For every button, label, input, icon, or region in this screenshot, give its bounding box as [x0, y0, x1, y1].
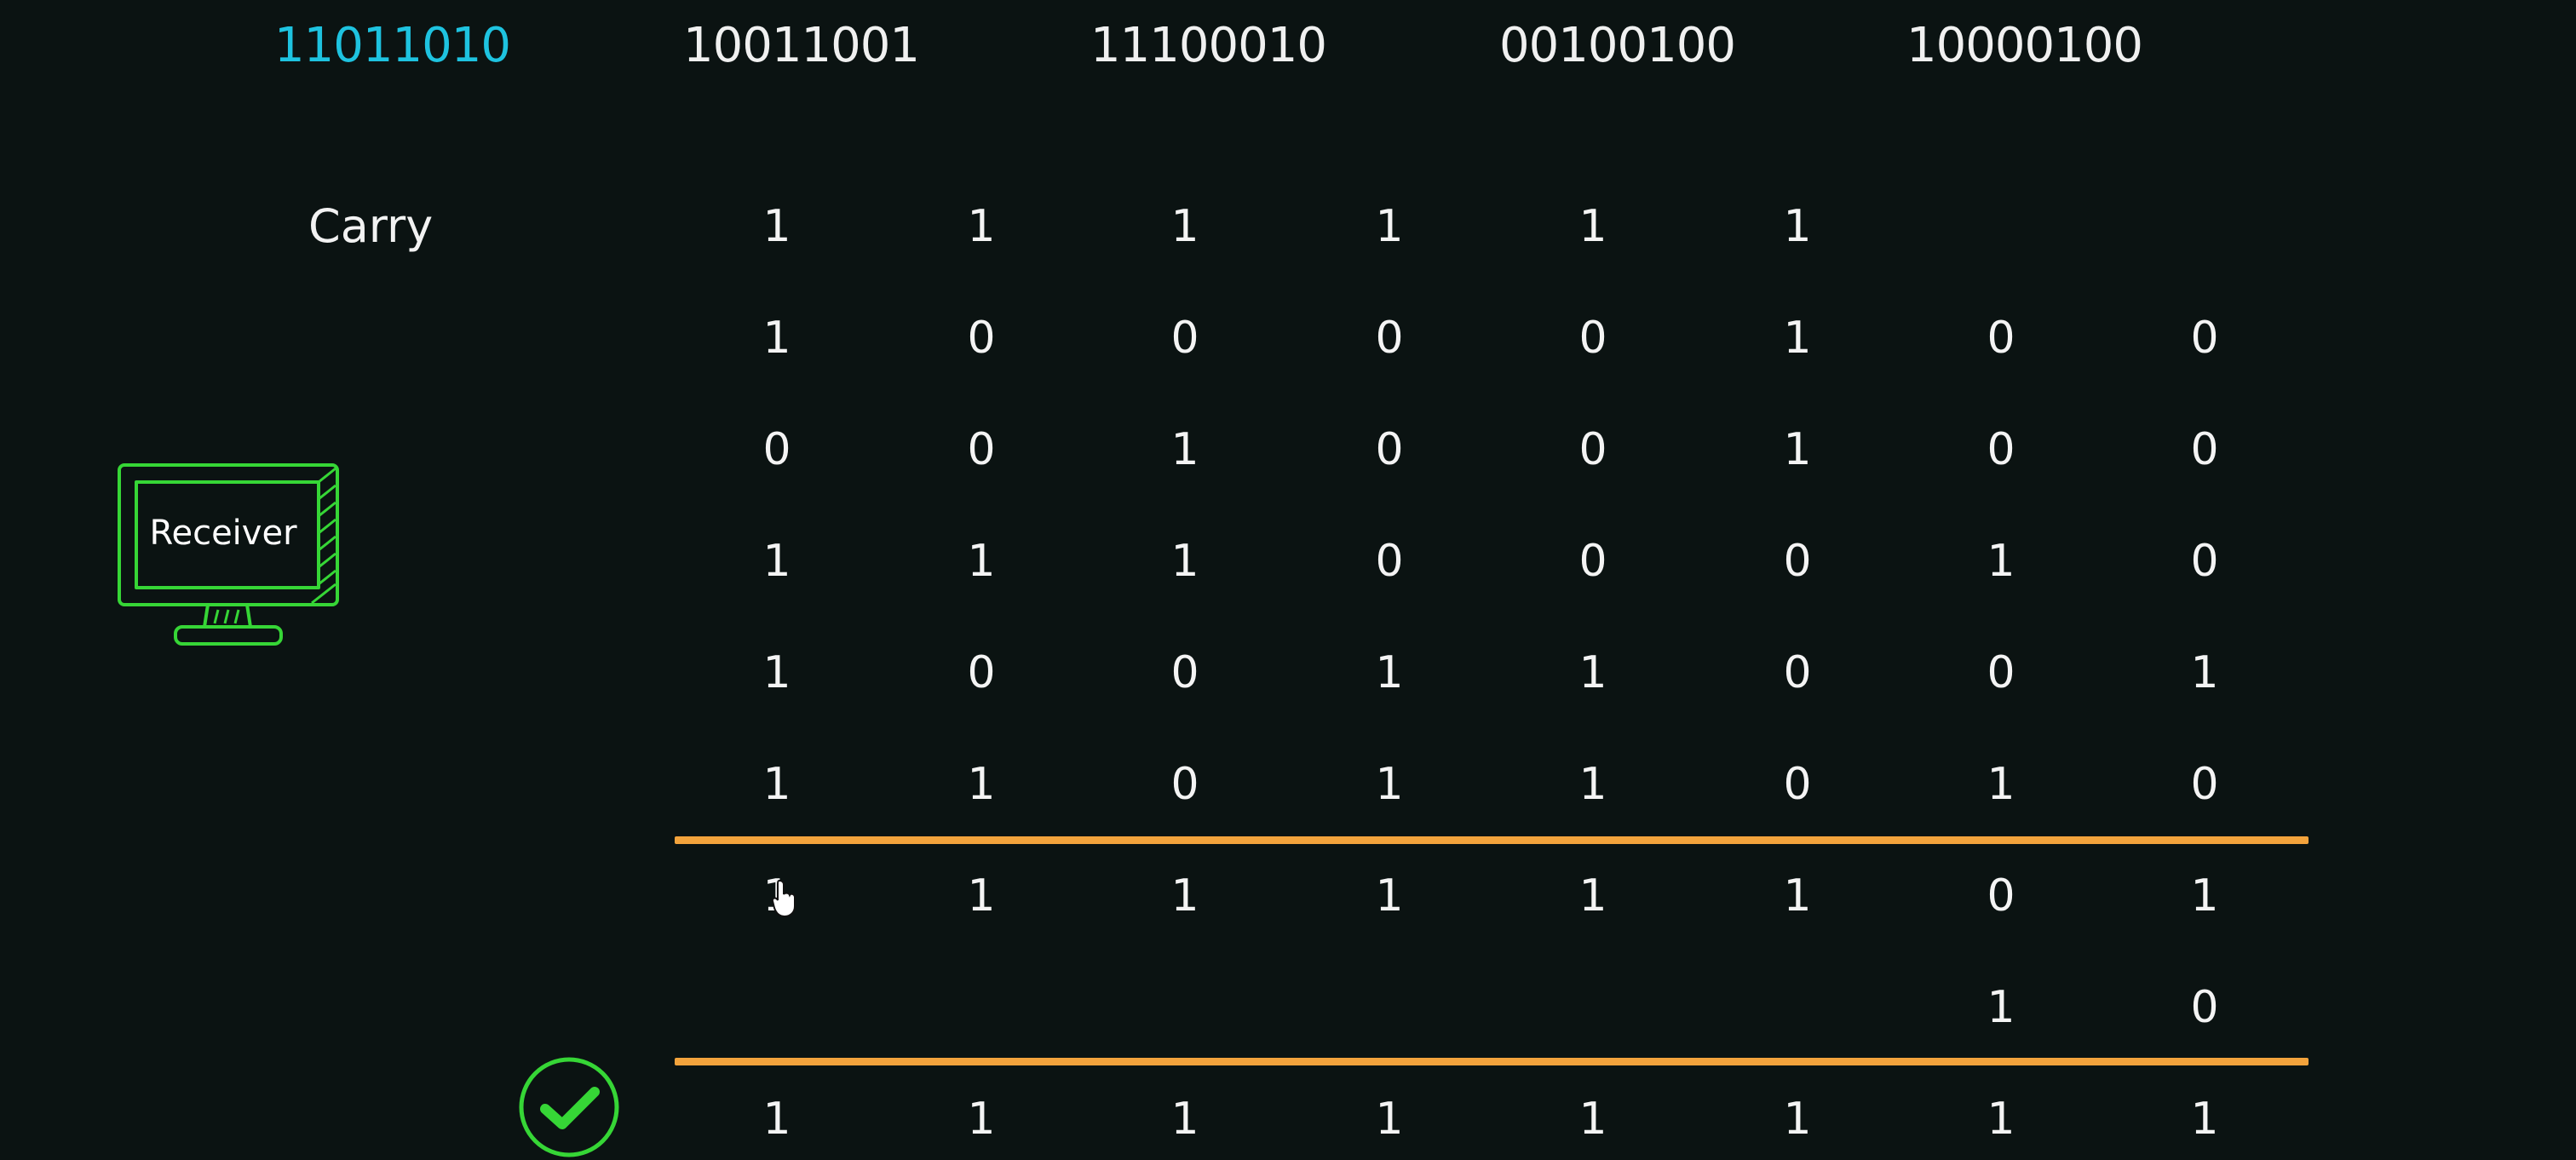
bit-cell: 1: [762, 313, 791, 364]
addend-row-1: 1 0 0 0 0 1 0 0: [0, 304, 2576, 372]
bit-cell: 0: [1170, 759, 1199, 810]
bit-cell: 0: [1375, 313, 1404, 364]
bit-cell: 0: [1578, 313, 1607, 364]
bit-cell: 0: [2190, 313, 2219, 364]
bit-cell: 0: [1783, 536, 1812, 587]
receiver-computer-icon: Receiver: [116, 460, 346, 652]
result-rule: [675, 1058, 2309, 1065]
bit-cell: 1: [1578, 759, 1607, 810]
bit-cell: 1: [1170, 1094, 1199, 1145]
bit-cell: 1: [1783, 313, 1812, 364]
bit-cell: 1: [1170, 424, 1199, 475]
bit-cell: 1: [762, 201, 791, 252]
bit-cell: 0: [1375, 536, 1404, 587]
bit-cell: 1: [1783, 1094, 1812, 1145]
bit-cell: 1: [1375, 647, 1404, 698]
bit-cell: 0: [1987, 424, 2015, 475]
word-2: 10011001: [683, 18, 920, 73]
bit-cell: 0: [2190, 982, 2219, 1033]
bit-cell: 1: [762, 536, 791, 587]
bit-cell: 0: [1987, 647, 2015, 698]
bit-cell: 1: [1170, 201, 1199, 252]
word-1: 11011010: [274, 18, 511, 73]
carry-row: 1 1 1 1 1 1: [0, 192, 2576, 261]
bit-cell: 1: [967, 201, 996, 252]
sum-rule: [675, 836, 2309, 844]
bit-cell: 0: [1170, 647, 1199, 698]
check-circle-icon: [516, 1054, 622, 1160]
bit-cell: 1: [1578, 647, 1607, 698]
bit-cell: 0: [2190, 536, 2219, 587]
bit-cell: 1: [1783, 424, 1812, 475]
bit-cell: 1: [2190, 647, 2219, 698]
bit-cell: 1: [1987, 1094, 2015, 1145]
bit-cell: 0: [762, 424, 791, 475]
bit-cell: 0: [2190, 424, 2219, 475]
bit-cell: 0: [967, 424, 996, 475]
bit-cell: 1: [1578, 1094, 1607, 1145]
bit-cell: 0: [2190, 759, 2219, 810]
bit-cell: 1: [1987, 982, 2015, 1033]
bit-cell: 1: [762, 1094, 791, 1145]
bit-cell: 1: [1375, 201, 1404, 252]
word-5: 10000100: [1906, 18, 2143, 73]
word-4: 00100100: [1499, 18, 1736, 73]
bit-cell: 1: [1578, 870, 1607, 922]
bit-cell: 0: [967, 313, 996, 364]
bit-cell: 1: [1375, 759, 1404, 810]
receiver-label: Receiver: [149, 514, 297, 553]
bit-cell: 0: [1170, 313, 1199, 364]
bit-cell: 1: [1375, 1094, 1404, 1145]
bit-cell: 0: [1578, 424, 1607, 475]
bit-cell: 0: [967, 647, 996, 698]
bit-cell: 1: [762, 647, 791, 698]
bit-cell: 0: [1375, 424, 1404, 475]
bit-cell: 1: [967, 759, 996, 810]
bit-cell: 0: [1578, 536, 1607, 587]
addend-row-5: 1 1 0 1 1 0 1 0: [0, 750, 2576, 818]
bit-cell: 1: [762, 759, 791, 810]
addend-row-2: 0 0 1 0 0 1 0 0: [0, 416, 2576, 484]
bit-cell: 1: [1170, 870, 1199, 922]
bit-cell: 1: [1987, 759, 2015, 810]
bit-cell: 1: [1170, 536, 1199, 587]
bit-cell: 1: [967, 870, 996, 922]
bit-cell: 1: [1783, 201, 1812, 252]
bit-cell: 1: [2190, 870, 2219, 922]
bit-cell: 1: [1987, 536, 2015, 587]
bit-cell: 1: [1578, 201, 1607, 252]
mouse-cursor-icon: [771, 879, 797, 918]
bit-cell: 0: [1987, 313, 2015, 364]
bit-cell: 1: [1375, 870, 1404, 922]
bit-cell: 1: [967, 1094, 996, 1145]
bit-cell: 1: [1783, 870, 1812, 922]
bit-cell: 1: [2190, 1094, 2219, 1145]
wraparound-row: 10: [0, 973, 2576, 1042]
word-3: 11100010: [1090, 18, 1327, 73]
bit-cell: 1: [967, 536, 996, 587]
sum-row: 11111101: [0, 862, 2576, 930]
bit-cell: 0: [1987, 870, 2015, 922]
bit-cell: 0: [1783, 647, 1812, 698]
computer-monitor-icon: [118, 463, 339, 646]
addend-row-4: 1 0 0 1 1 0 0 1: [0, 639, 2576, 707]
bit-cell: 0: [1783, 759, 1812, 810]
result-row: 1 1 1 1 1 1 1 1: [0, 1085, 2576, 1153]
addend-row-3: 1 1 1 0 0 0 1 0: [0, 527, 2576, 595]
